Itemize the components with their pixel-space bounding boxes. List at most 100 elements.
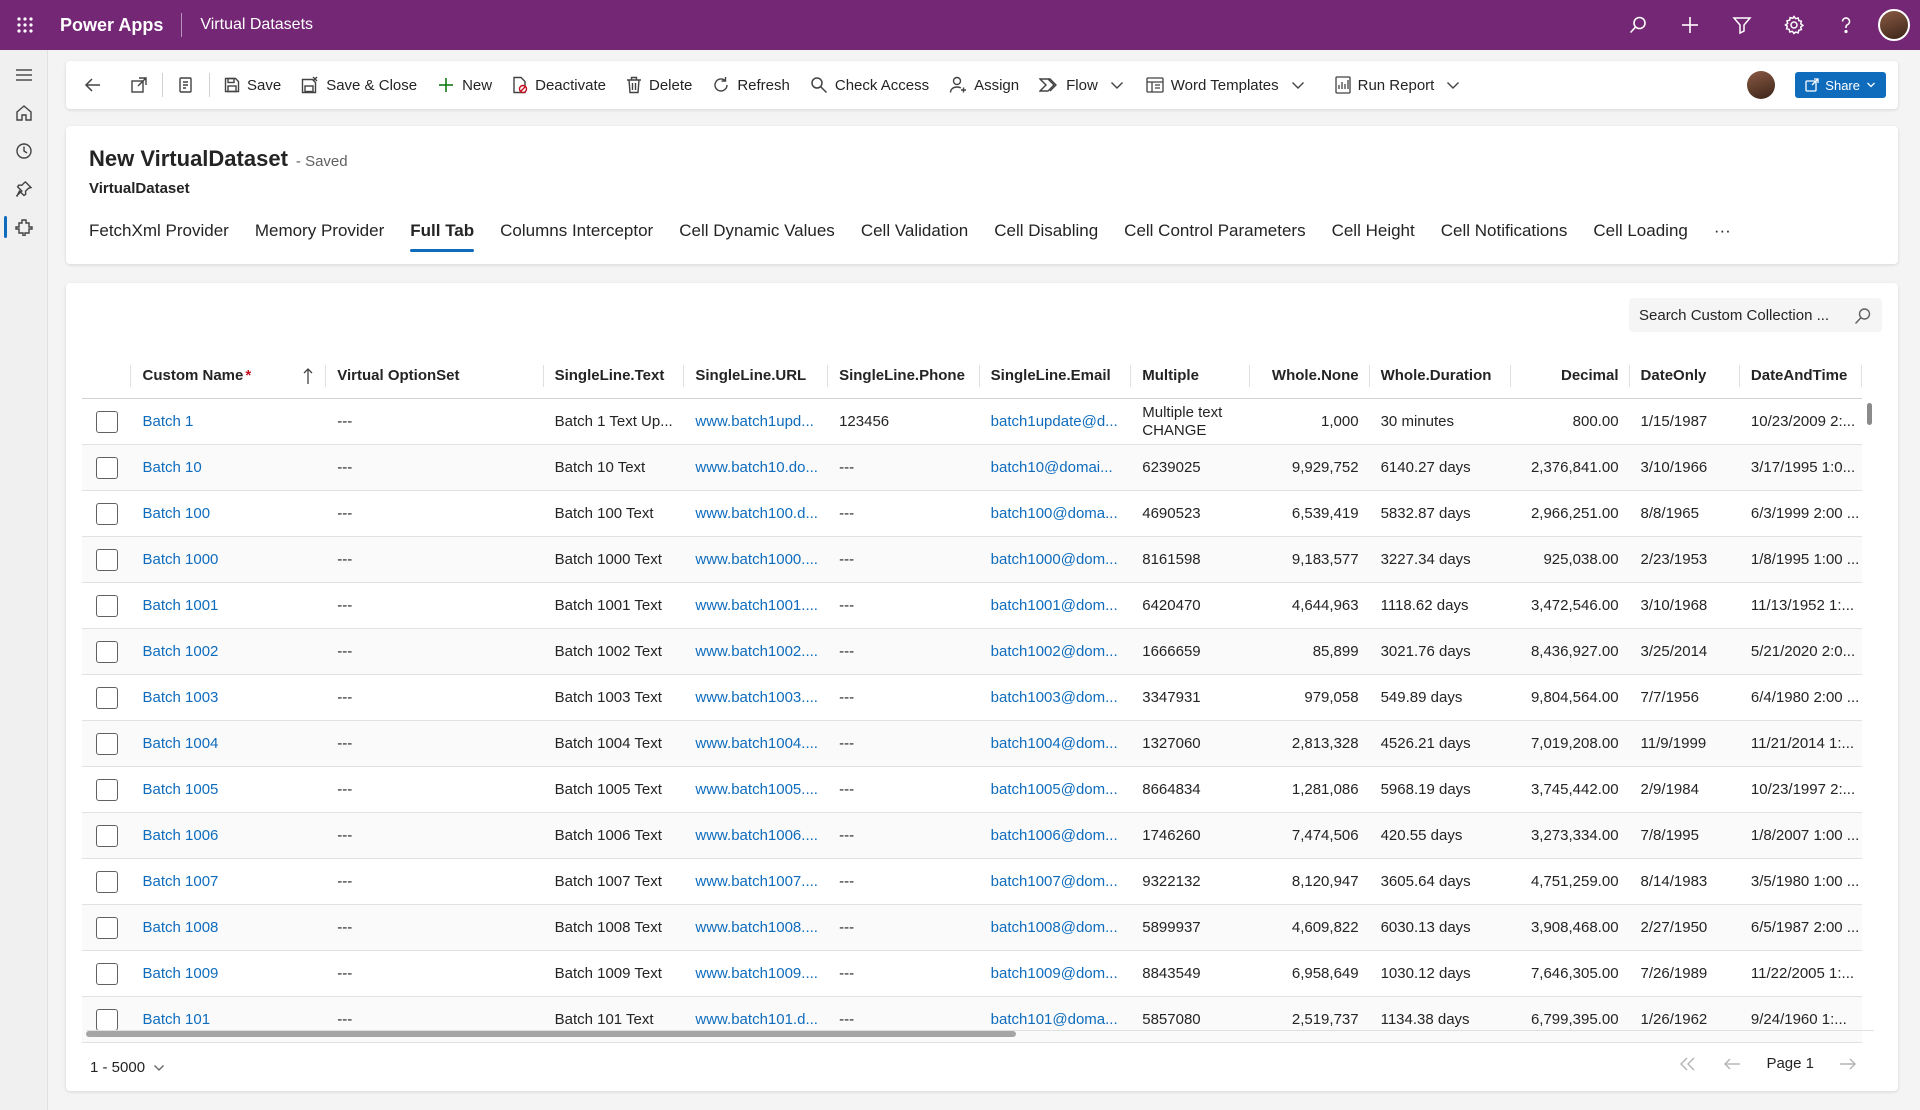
row-checkbox[interactable] bbox=[95, 1008, 118, 1031]
cell-dateonly[interactable]: 1/26/1962 bbox=[1630, 997, 1740, 1042]
cell-virtual-optionset[interactable]: --- bbox=[326, 813, 543, 858]
cell-custom-name-value[interactable]: Batch 1003 bbox=[142, 689, 218, 706]
cell-dateonly[interactable]: 7/8/1995 bbox=[1630, 813, 1740, 858]
first-page-icon[interactable] bbox=[1678, 1056, 1698, 1072]
cell-whole-none[interactable]: 979,058 bbox=[1250, 675, 1369, 720]
cell-singleline-email[interactable]: batch1009@dom... bbox=[980, 951, 1132, 996]
record-range-selector[interactable]: 1 - 5000 bbox=[90, 1059, 165, 1076]
cell-decimal[interactable]: 3,472,546.00 bbox=[1511, 583, 1629, 628]
row-checkbox[interactable] bbox=[95, 870, 118, 893]
cell-multiple[interactable]: 1666659 bbox=[1131, 629, 1250, 674]
table-row[interactable]: Batch 1009 --- Batch 1009 Text www.batch100… bbox=[82, 951, 1862, 997]
cell-dateonly[interactable]: 8/14/1983 bbox=[1630, 859, 1740, 904]
column-header-dateonly[interactable]: DateOnly bbox=[1630, 353, 1740, 398]
cell-singleline-phone[interactable]: --- bbox=[828, 675, 980, 720]
row-checkbox[interactable] bbox=[95, 916, 118, 939]
run-report-button[interactable]: Run Report bbox=[1313, 61, 1445, 109]
cell-singleline-phone[interactable]: --- bbox=[828, 905, 980, 950]
column-header-dateandtime[interactable]: DateAndTime bbox=[1740, 353, 1863, 398]
cell-multiple[interactable]: 4690523 bbox=[1131, 491, 1250, 536]
cell-singleline-email[interactable]: batch1001@dom... bbox=[980, 583, 1132, 628]
cell-singleline-email-value[interactable]: batch1update@d... bbox=[991, 413, 1118, 430]
cell-singleline-email-value[interactable]: batch1009@dom... bbox=[991, 965, 1118, 982]
cell-dateandtime[interactable]: 5/21/2020 2:0... bbox=[1740, 629, 1862, 674]
cell-singleline-email[interactable]: batch1000@dom... bbox=[980, 537, 1132, 582]
cell-singleline-url-value[interactable]: www.batch1007.... bbox=[695, 873, 818, 890]
cell-multiple[interactable]: 6239025 bbox=[1131, 445, 1250, 490]
cell-multiple[interactable]: 3347931 bbox=[1131, 675, 1250, 720]
cell-whole-duration[interactable]: 3021.76 days bbox=[1370, 629, 1512, 674]
cell-custom-name[interactable]: Batch 1009 bbox=[131, 951, 326, 996]
cell-singleline-url[interactable]: www.batch1008.... bbox=[684, 905, 828, 950]
cell-decimal[interactable]: 3,908,468.00 bbox=[1511, 905, 1629, 950]
row-checkbox[interactable] bbox=[95, 824, 118, 847]
tab-full-tab[interactable]: Full Tab bbox=[410, 218, 474, 258]
cell-multiple[interactable]: 5857080 bbox=[1131, 997, 1250, 1042]
cell-singleline-email-value[interactable]: batch1007@dom... bbox=[991, 873, 1118, 890]
cell-multiple[interactable]: 1327060 bbox=[1131, 721, 1250, 766]
cell-singleline-email[interactable]: batch1008@dom... bbox=[980, 905, 1132, 950]
cell-singleline-phone[interactable]: --- bbox=[828, 721, 980, 766]
table-row[interactable]: Batch 1008 --- Batch 1008 Text www.batch100… bbox=[82, 905, 1862, 951]
cell-dateandtime[interactable]: 11/22/2005 1:... bbox=[1740, 951, 1862, 996]
cell-singleline-url-value[interactable]: www.batch1004.... bbox=[695, 735, 818, 752]
cell-singleline-email-value[interactable]: batch1003@dom... bbox=[991, 689, 1118, 706]
tab-fetchxml-provider[interactable]: FetchXml Provider bbox=[89, 218, 229, 258]
cell-virtual-optionset[interactable]: --- bbox=[326, 491, 543, 536]
cell-decimal[interactable]: 8,436,927.00 bbox=[1511, 629, 1629, 674]
table-row[interactable]: Batch 1 --- Batch 1 Text Up... www.batch1up… bbox=[82, 399, 1862, 445]
cell-custom-name[interactable]: Batch 1008 bbox=[131, 905, 326, 950]
gear-icon[interactable] bbox=[1768, 0, 1820, 50]
cell-singleline-url-value[interactable]: www.batch100.d... bbox=[695, 505, 818, 522]
cell-whole-none[interactable]: 8,120,947 bbox=[1250, 859, 1369, 904]
cell-custom-name[interactable]: Batch 1002 bbox=[131, 629, 326, 674]
cell-singleline-text[interactable]: Batch 1009 Text bbox=[544, 951, 685, 996]
cell-dateandtime[interactable]: 11/13/1952 1:... bbox=[1740, 583, 1862, 628]
cell-whole-duration[interactable]: 420.55 days bbox=[1370, 813, 1512, 858]
home-icon[interactable] bbox=[0, 94, 48, 132]
tab-cell-control-parameters[interactable]: Cell Control Parameters bbox=[1124, 218, 1305, 258]
cell-custom-name-value[interactable]: Batch 1009 bbox=[142, 965, 218, 982]
cell-custom-name-value[interactable]: Batch 101 bbox=[142, 1011, 210, 1028]
cell-singleline-email-value[interactable]: batch1002@dom... bbox=[991, 643, 1118, 660]
cell-virtual-optionset[interactable]: --- bbox=[326, 399, 543, 444]
cell-multiple[interactable]: 9322132 bbox=[1131, 859, 1250, 904]
cell-whole-duration[interactable]: 6030.13 days bbox=[1370, 905, 1512, 950]
cell-singleline-text[interactable]: Batch 10 Text bbox=[544, 445, 685, 490]
column-header-custom-name[interactable]: Custom Name * bbox=[131, 353, 327, 398]
cell-dateonly[interactable]: 11/9/1999 bbox=[1630, 721, 1740, 766]
tab-memory-provider[interactable]: Memory Provider bbox=[255, 218, 384, 258]
cell-whole-none[interactable]: 6,539,419 bbox=[1250, 491, 1369, 536]
cell-custom-name-value[interactable]: Batch 1006 bbox=[142, 827, 218, 844]
cell-multiple[interactable]: 8161598 bbox=[1131, 537, 1250, 582]
cell-dateonly[interactable]: 2/23/1953 bbox=[1630, 537, 1740, 582]
user-avatar[interactable] bbox=[1878, 9, 1910, 41]
cell-custom-name[interactable]: Batch 1004 bbox=[131, 721, 326, 766]
cell-whole-duration[interactable]: 6140.27 days bbox=[1370, 445, 1512, 490]
delete-button[interactable]: Delete bbox=[616, 61, 702, 109]
cell-singleline-url[interactable]: www.batch1001.... bbox=[684, 583, 828, 628]
row-checkbox[interactable] bbox=[95, 594, 118, 617]
cell-whole-duration[interactable]: 3605.64 days bbox=[1370, 859, 1512, 904]
row-checkbox[interactable] bbox=[95, 732, 118, 755]
column-header-whole-duration[interactable]: Whole.Duration bbox=[1370, 353, 1512, 398]
word-templates-dropdown-chevron[interactable] bbox=[1289, 61, 1313, 109]
cell-singleline-email-value[interactable]: batch1004@dom... bbox=[991, 735, 1118, 752]
cell-singleline-text[interactable]: Batch 1001 Text bbox=[544, 583, 685, 628]
tab-cell-loading[interactable]: Cell Loading bbox=[1593, 218, 1688, 258]
cell-singleline-url[interactable]: www.batch1007.... bbox=[684, 859, 828, 904]
back-button[interactable] bbox=[66, 61, 112, 109]
search-icon[interactable] bbox=[1854, 307, 1872, 325]
cell-dateonly[interactable]: 8/8/1965 bbox=[1630, 491, 1740, 536]
cell-custom-name[interactable]: Batch 1003 bbox=[131, 675, 326, 720]
environment-name[interactable]: Virtual Datasets bbox=[200, 16, 313, 34]
save-and-close-button[interactable]: Save & Close bbox=[291, 61, 427, 109]
cell-decimal[interactable]: 3,273,334.00 bbox=[1511, 813, 1629, 858]
cell-singleline-phone[interactable]: --- bbox=[828, 629, 980, 674]
cell-singleline-url[interactable]: www.batch1000.... bbox=[684, 537, 828, 582]
cell-decimal[interactable]: 4,751,259.00 bbox=[1511, 859, 1629, 904]
cell-dateandtime[interactable]: 1/8/2007 1:00 ... bbox=[1740, 813, 1862, 858]
cell-singleline-text[interactable]: Batch 1000 Text bbox=[544, 537, 685, 582]
cell-decimal[interactable]: 7,019,208.00 bbox=[1511, 721, 1629, 766]
flow-button[interactable]: Flow bbox=[1029, 61, 1108, 109]
